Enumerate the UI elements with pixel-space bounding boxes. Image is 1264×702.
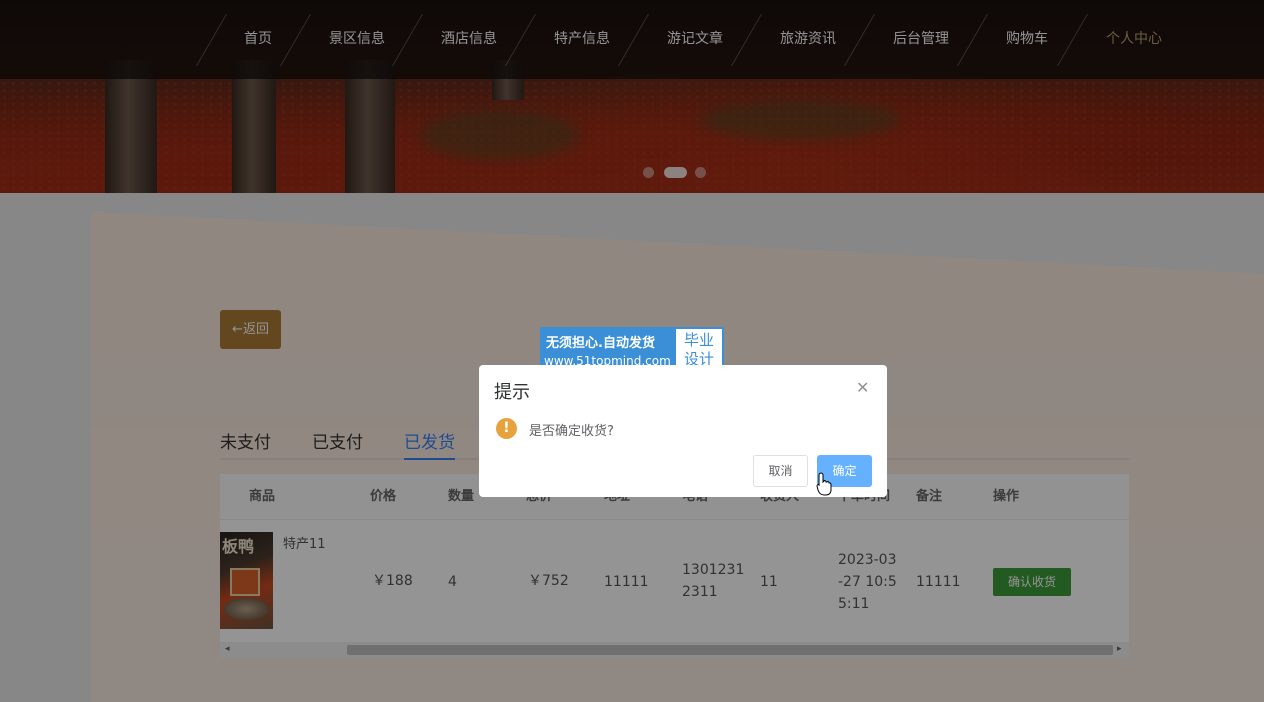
hand-cursor-icon bbox=[816, 472, 832, 496]
dialog-message: 是否确定收货? bbox=[529, 424, 614, 439]
close-icon[interactable]: ✕ bbox=[856, 378, 869, 397]
dialog-title: 提示 bbox=[494, 382, 530, 403]
cancel-button[interactable]: 取消 bbox=[753, 455, 808, 487]
watermark-slogan: 无须担心.自动发货 bbox=[546, 336, 655, 351]
warning-icon: ! bbox=[496, 418, 517, 439]
